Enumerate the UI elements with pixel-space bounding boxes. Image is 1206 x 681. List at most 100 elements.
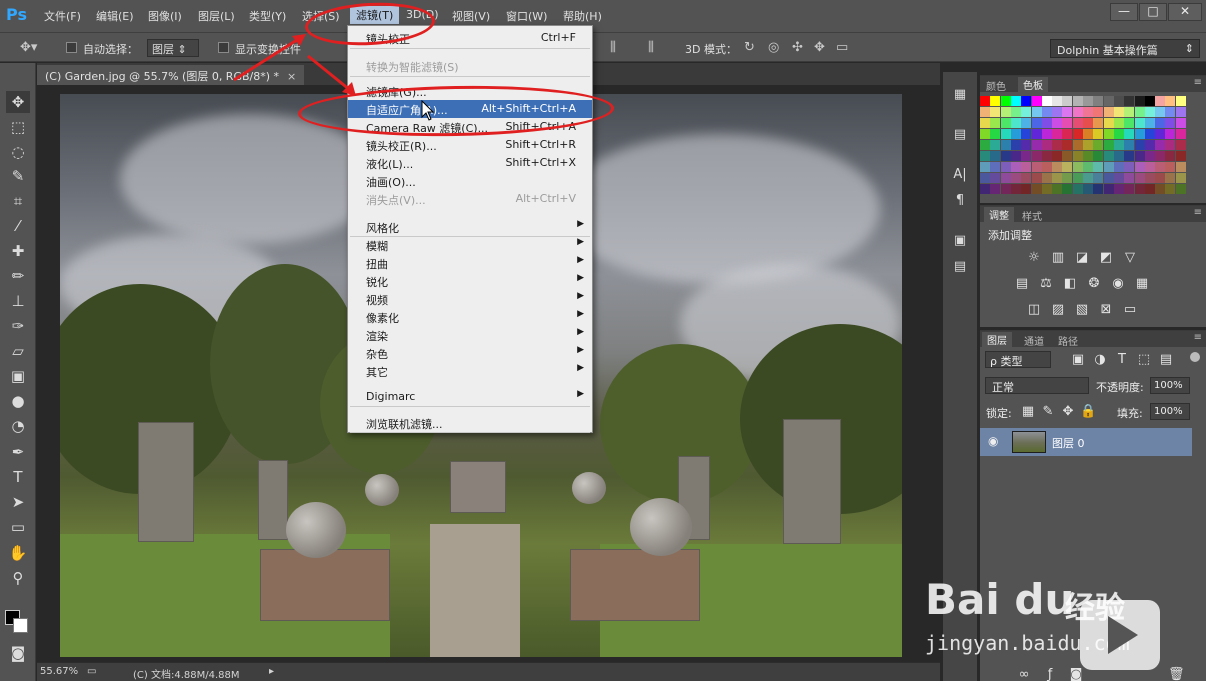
paragraph-icon[interactable]: ¶ <box>951 192 969 210</box>
color-swatch[interactable] <box>1072 96 1083 106</box>
color-swatch[interactable] <box>1175 184 1186 194</box>
color-swatch[interactable] <box>980 129 990 139</box>
color-swatch[interactable] <box>1175 129 1186 139</box>
lock-pixels-icon[interactable]: ✎ <box>1040 404 1056 420</box>
color-swatch[interactable] <box>1155 162 1166 172</box>
fill-field[interactable]: 100% <box>1150 403 1190 420</box>
color-swatch[interactable] <box>1062 129 1073 139</box>
filter-type-icon[interactable]: T <box>1114 352 1130 368</box>
color-swatch[interactable] <box>1113 118 1124 128</box>
filter-pixel-icon[interactable]: ▣ <box>1070 352 1086 368</box>
color-swatch[interactable] <box>1165 118 1176 128</box>
3d-slide-icon[interactable]: ✥ <box>814 40 825 55</box>
marquee-tool-icon[interactable]: ⬚ <box>6 116 30 138</box>
color-swatch[interactable] <box>1052 173 1063 183</box>
workspace-dropdown[interactable]: Dolphin 基本操作篇 ⇕ <box>1050 39 1200 58</box>
color-swatch[interactable] <box>1000 107 1011 117</box>
color-swatch[interactable] <box>1124 184 1135 194</box>
move-tool-icon[interactable]: ✥▾ <box>20 40 37 55</box>
color-swatch[interactable] <box>1175 96 1186 106</box>
color-swatch[interactable] <box>1031 173 1042 183</box>
maximize-button[interactable]: □ <box>1139 3 1167 21</box>
color-swatch[interactable] <box>1124 162 1135 172</box>
panel-menu-icon[interactable]: ≡ <box>1194 332 1202 343</box>
color-swatch[interactable] <box>1083 184 1093 194</box>
color-swatch[interactable] <box>1031 118 1042 128</box>
history-brush-tool-icon[interactable]: ✑ <box>6 315 30 337</box>
color-swatch[interactable] <box>1144 173 1155 183</box>
color-swatch[interactable] <box>1062 162 1073 172</box>
color-swatch[interactable] <box>1041 129 1052 139</box>
3d-pan-icon[interactable]: ✣ <box>792 40 803 55</box>
quick-mask-icon[interactable]: ◙ <box>6 642 30 664</box>
filter-menu-item[interactable]: 杂色 ▶ <box>348 344 592 362</box>
color-swatch[interactable] <box>980 173 990 183</box>
color-swatch[interactable] <box>1010 129 1021 139</box>
color-swatch[interactable] <box>1113 140 1124 150</box>
menu-window[interactable]: 窗口(W) <box>506 8 547 24</box>
color-swatch[interactable] <box>1124 140 1135 150</box>
layer-filter-dropdown[interactable]: ρ 类型 <box>985 351 1051 368</box>
filter-menu-item[interactable]: 扭曲 ▶ <box>348 254 592 272</box>
color-swatch[interactable] <box>1144 151 1155 161</box>
color-swatch[interactable] <box>1010 162 1021 172</box>
color-swatch[interactable] <box>1072 140 1083 150</box>
color-swatch[interactable] <box>1083 96 1093 106</box>
color-swatch[interactable] <box>1052 107 1063 117</box>
menu-file[interactable]: 文件(F) <box>44 8 81 24</box>
tab-color[interactable]: 颜色 <box>986 78 1006 93</box>
color-swatch[interactable] <box>990 107 1001 117</box>
color-swatch[interactable] <box>1031 129 1042 139</box>
filter-smart-icon[interactable]: ▤ <box>1158 352 1174 368</box>
color-swatch[interactable] <box>1134 173 1145 183</box>
gradient-tool-icon[interactable]: ▣ <box>6 365 30 387</box>
color-swatch[interactable] <box>1093 140 1104 150</box>
filter-menu-item[interactable]: 镜头校正(R)... Shift+Ctrl+R <box>348 136 592 154</box>
panel-menu-icon[interactable]: ≡ <box>1194 77 1202 88</box>
color-swatch[interactable] <box>1021 140 1032 150</box>
filter-menu-item[interactable]: 模糊 ▶ <box>348 236 592 254</box>
color-swatch[interactable] <box>1155 151 1166 161</box>
filter-menu-item[interactable]: 液化(L)... Shift+Ctrl+X <box>348 154 592 172</box>
filter-toggle[interactable] <box>1190 352 1200 362</box>
color-swatch[interactable] <box>1103 151 1114 161</box>
color-swatch[interactable] <box>1134 184 1145 194</box>
color-swatch[interactable] <box>1062 107 1073 117</box>
color-lookup-icon[interactable]: ▦ <box>1134 276 1150 292</box>
color-swatch[interactable] <box>1155 129 1166 139</box>
menu-edit[interactable]: 编辑(E) <box>96 8 134 24</box>
color-swatch[interactable] <box>1113 151 1124 161</box>
color-balance-icon[interactable]: ⚖ <box>1038 276 1054 292</box>
color-swatch[interactable] <box>1093 151 1104 161</box>
hue-saturation-icon[interactable]: ▤ <box>1014 276 1030 292</box>
color-swatch[interactable] <box>1031 140 1042 150</box>
color-swatch[interactable] <box>1021 107 1032 117</box>
photo-filter-icon[interactable]: ❂ <box>1086 276 1102 292</box>
black-white-icon[interactable]: ◧ <box>1062 276 1078 292</box>
opacity-field[interactable]: 100% <box>1150 377 1190 394</box>
tab-swatches[interactable]: 色板 <box>1018 77 1048 92</box>
color-swatch[interactable] <box>1041 118 1052 128</box>
color-swatch[interactable] <box>990 96 1001 106</box>
color-swatch[interactable] <box>1124 129 1135 139</box>
gradient-map-icon[interactable]: ▭ <box>1122 302 1138 318</box>
color-swatch[interactable] <box>1165 173 1176 183</box>
color-swatch[interactable] <box>1062 173 1073 183</box>
3d-roll-icon[interactable]: ◎ <box>768 40 779 55</box>
filter-menu-item[interactable]: 其它 ▶ <box>348 362 592 380</box>
color-swatch[interactable] <box>1113 162 1124 172</box>
path-select-tool-icon[interactable]: ➤ <box>6 491 30 513</box>
color-swatch[interactable] <box>1124 151 1135 161</box>
zoom-level[interactable]: 55.67% <box>40 666 78 677</box>
color-swatch[interactable] <box>1021 184 1032 194</box>
color-swatch[interactable] <box>1124 118 1135 128</box>
quick-select-tool-icon[interactable]: ✎ <box>6 165 30 187</box>
color-swatch[interactable] <box>1031 184 1042 194</box>
color-swatch[interactable] <box>1124 107 1135 117</box>
color-swatch[interactable] <box>1072 129 1083 139</box>
color-swatch[interactable] <box>1083 140 1093 150</box>
filter-menu-item[interactable]: 锐化 ▶ <box>348 272 592 290</box>
color-swatch[interactable] <box>1134 118 1145 128</box>
blur-tool-icon[interactable]: ● <box>6 390 30 412</box>
color-swatch[interactable] <box>1113 107 1124 117</box>
